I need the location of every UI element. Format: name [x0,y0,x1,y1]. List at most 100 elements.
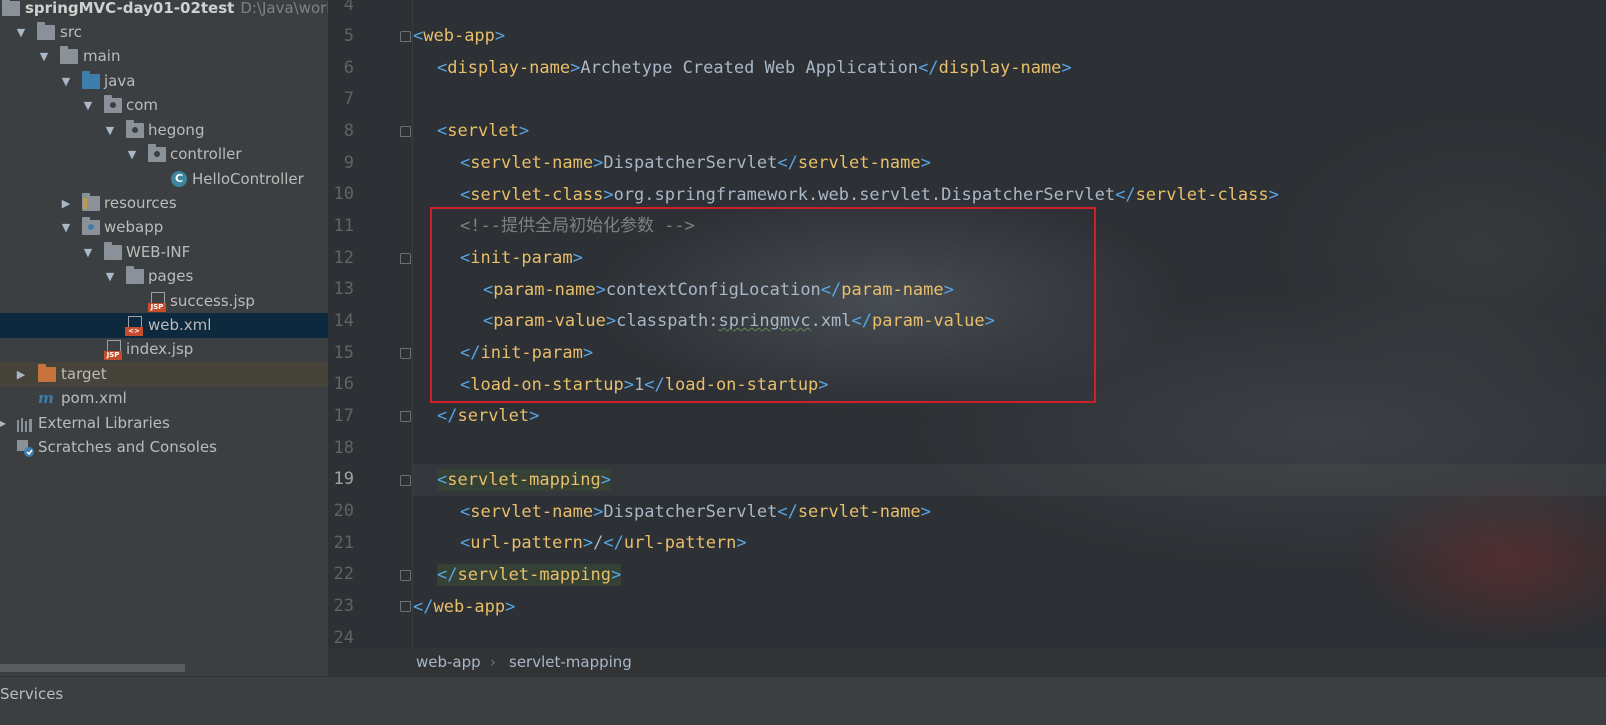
tree-item-label: pom.xml [61,389,127,407]
tree-item-label: resources [104,194,177,212]
bottom-tool-window-bar: Services [0,676,1606,725]
chevron-down-icon[interactable]: ▼ [81,93,95,118]
folder-icon [60,46,78,64]
tree-item-label: webapp [104,218,164,236]
folder-icon [104,242,122,260]
line-number: 14 [333,311,354,331]
chevron-right-icon[interactable]: ▶ [14,362,28,387]
chevron-down-icon[interactable]: ▼ [81,240,95,265]
line-number: 18 [333,438,354,458]
fold-marker-icon[interactable] [400,475,411,486]
fold-marker-icon[interactable] [400,411,411,422]
chevron-down-icon[interactable]: ▼ [125,142,139,167]
tree-item-label: Scratches and Consoles [38,438,217,456]
tree-item-webapp[interactable]: ▼ webapp [0,215,328,240]
tree-item-target[interactable]: ▶ target [0,362,328,387]
line-number: 7 [343,89,354,109]
line-number: 8 [343,121,354,141]
fold-marker-icon[interactable] [400,570,411,581]
tree-item-label: WEB-INF [126,243,191,261]
tree-item-pages[interactable]: ▼ pages [0,264,328,289]
resources-folder-icon [82,193,100,211]
code-line-8: <servlet> [437,121,530,141]
fold-marker-icon[interactable] [400,31,411,42]
chevron-down-icon[interactable]: ▼ [103,118,117,143]
fold-marker-icon[interactable] [400,253,411,264]
chevron-down-icon[interactable]: ▼ [59,69,73,94]
line-number: 22 [333,564,354,584]
tree-item-label: External Libraries [38,414,170,432]
tree-item-external-libraries[interactable]: ▶ External Libraries [0,411,328,436]
tree-item-controller[interactable]: ▼ controller [0,142,328,167]
code-line-9: <servlet-name>DispatcherServlet</servlet… [460,153,931,173]
code-line-20: <servlet-name>DispatcherServlet</servlet… [460,502,931,522]
project-tree-panel: springMVC-day01-02test D:\Java\work ▼ src… [0,0,328,688]
tree-item-java[interactable]: ▼ java [0,69,328,94]
tree-item-label: index.jsp [126,340,194,358]
tree-item-label: success.jsp [170,292,255,310]
tree-item-label: com [126,96,159,114]
chevron-down-icon[interactable]: ▼ [37,44,51,69]
tree-item-hellocontroller[interactable]: C HelloController [0,167,328,192]
libraries-icon [16,416,34,432]
breadcrumb-item-servlet-mapping[interactable]: servlet-mapping [509,653,632,671]
line-number: 11 [333,216,354,236]
services-tab[interactable]: Services [0,685,63,703]
jsp-file-icon: JSP [104,340,122,360]
line-number: 16 [333,374,354,394]
line-number: 20 [333,501,354,521]
line-number: 9 [343,153,354,173]
tree-item-label: java [104,72,136,90]
project-path: D:\Java\work [240,0,328,17]
folder-icon [126,266,144,284]
chevron-down-icon[interactable]: ▼ [59,215,73,240]
highlight-annotation-box [430,207,1096,403]
maven-icon: m [38,389,54,407]
code-line-17: </servlet> [437,406,540,426]
fold-marker-icon[interactable] [400,348,411,359]
code-line-6: <display-name>Archetype Created Web Appl… [437,58,1072,78]
tree-item-label: pages [148,267,194,285]
code-line-21: <url-pattern>/</url-pattern> [460,533,747,553]
tree-item-com[interactable]: ▼ com [0,93,328,118]
chevron-right-icon[interactable]: ▶ [0,411,10,436]
tree-item-web-inf[interactable]: ▼ WEB-INF [0,240,328,265]
package-icon [126,120,144,138]
tree-item-pom-xml[interactable]: m pom.xml [0,386,328,411]
code-line-19: <servlet-mapping> [437,469,612,491]
package-icon [104,95,122,113]
line-number: 4 [343,0,354,15]
jsp-file-icon: JSP [148,292,166,312]
breadcrumb-item-web-app[interactable]: web-app [416,653,481,671]
module-folder-icon [2,0,20,16]
tree-item-project-root[interactable]: springMVC-day01-02test D:\Java\work [0,0,328,21]
horizontal-scrollbar[interactable] [0,664,185,672]
chevron-down-icon[interactable]: ▼ [103,264,117,289]
line-number: 10 [333,184,354,204]
tree-item-index-jsp[interactable]: JSP index.jsp [0,337,328,362]
tree-item-success-jsp[interactable]: JSP success.jsp [0,289,328,314]
scratches-icon [16,440,36,457]
tree-item-src[interactable]: ▼ src [0,20,328,45]
tree-item-hegong[interactable]: ▼ hegong [0,118,328,143]
web-folder-icon [82,217,100,235]
tree-item-scratches[interactable]: Scratches and Consoles [0,435,328,460]
tree-item-label: target [61,365,107,383]
code-line-22: </servlet-mapping> [437,564,622,586]
package-icon [148,144,166,162]
breadcrumb: web-app › servlet-mapping [328,648,1606,676]
line-number: 15 [333,343,354,363]
fold-marker-icon[interactable] [400,601,411,612]
code-line-5: <web-app> [413,26,506,46]
chevron-right-icon[interactable]: ▶ [59,191,73,216]
chevron-down-icon[interactable]: ▼ [14,20,28,45]
tree-item-resources[interactable]: ▶ resources [0,191,328,216]
fold-marker-icon[interactable] [400,126,411,137]
tree-item-web-xml[interactable]: <> web.xml [0,313,328,338]
line-number: 24 [333,628,354,648]
gutter-separator [412,0,413,648]
tree-item-main[interactable]: ▼ main [0,44,328,69]
project-name: springMVC-day01-02test [25,0,235,17]
tree-item-label: src [60,23,82,41]
tree-item-label: web.xml [148,316,212,334]
